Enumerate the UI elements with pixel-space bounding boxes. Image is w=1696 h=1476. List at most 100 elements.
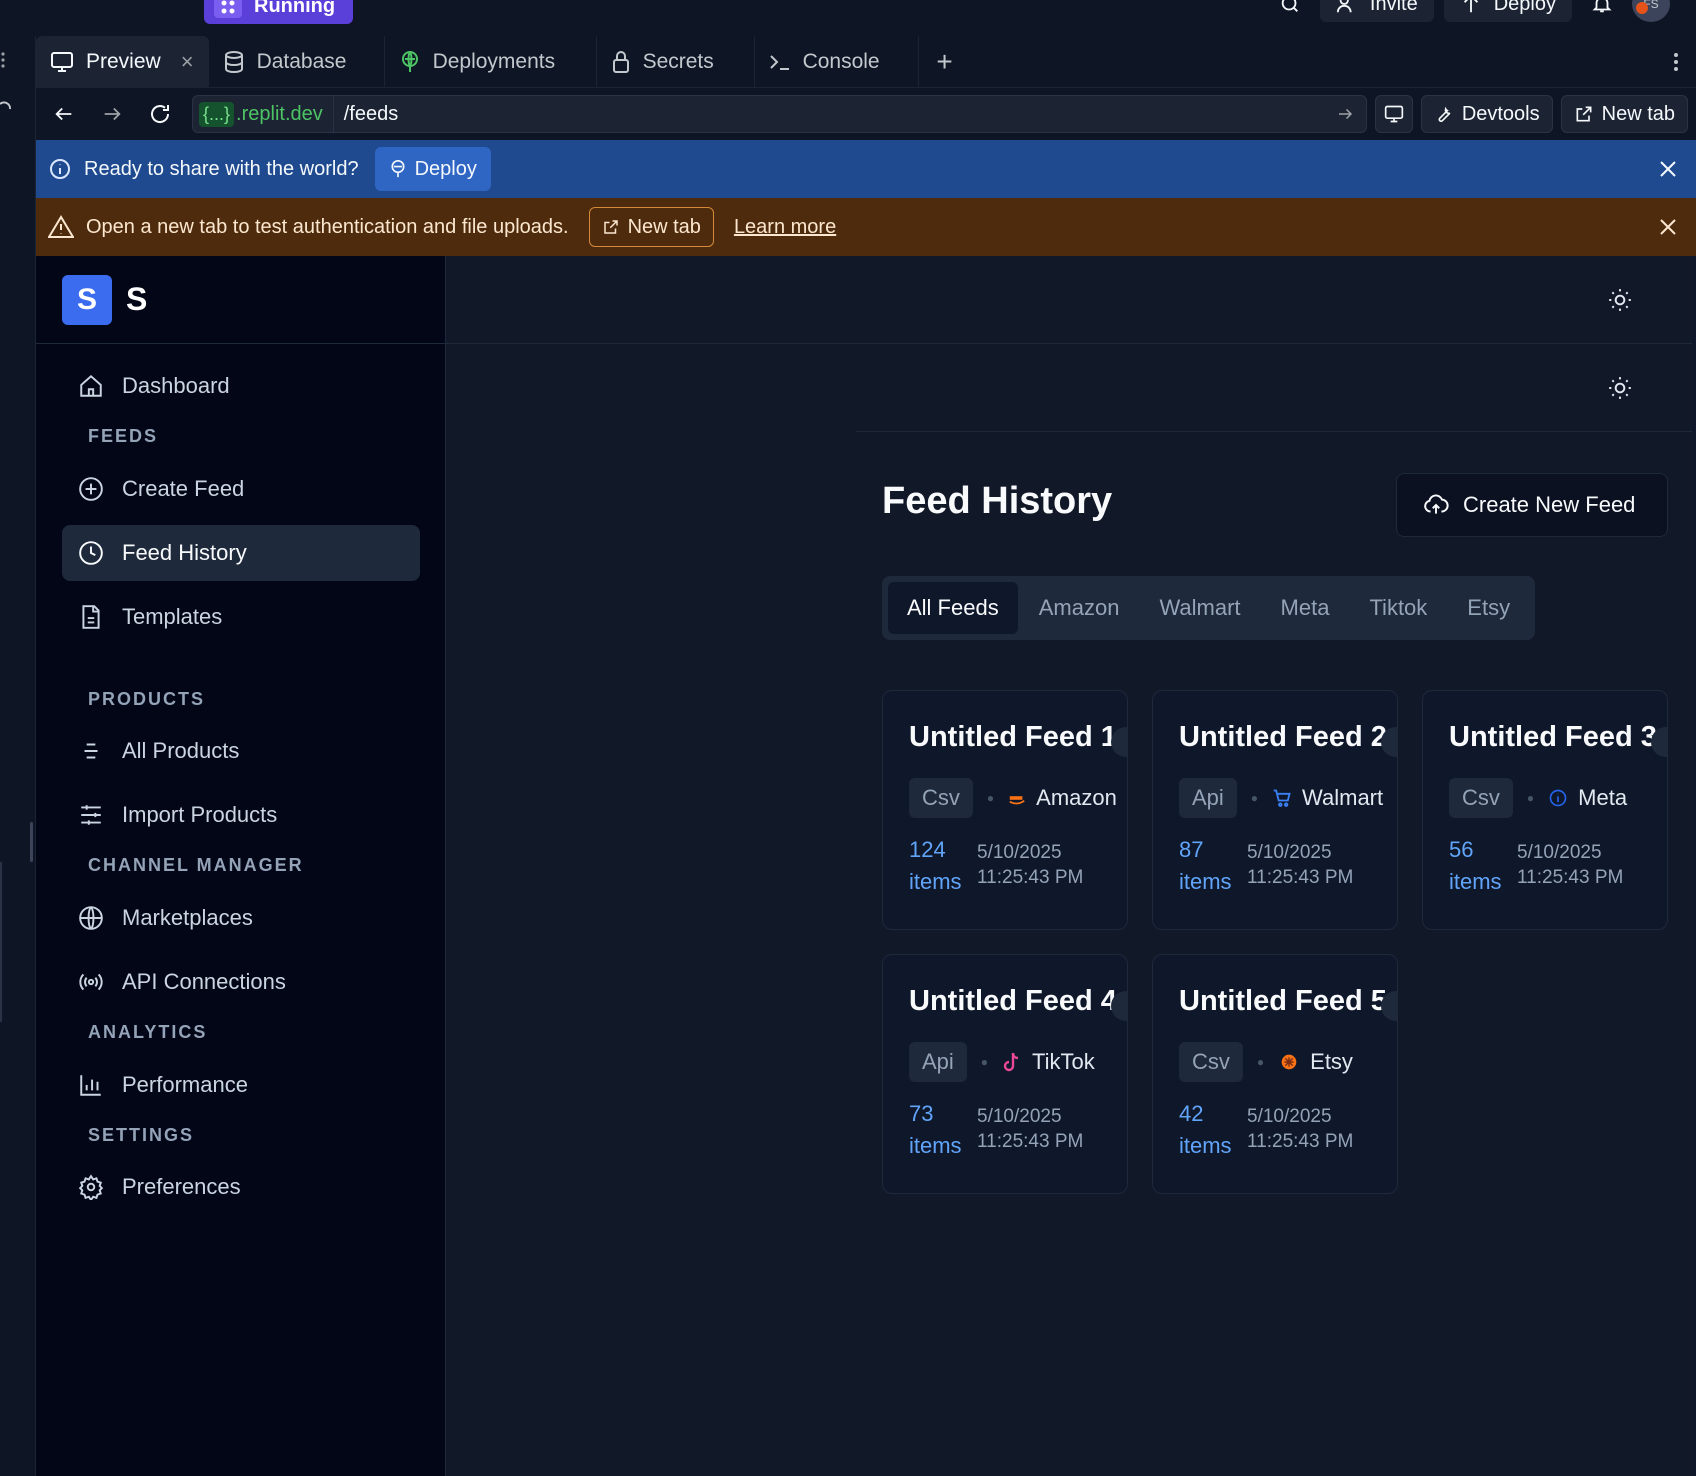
auth-warning-banner: Open a new tab to test authentication an…: [36, 198, 1696, 256]
url-field[interactable]: {...} .replit.dev /feeds: [192, 95, 1367, 133]
warning-newtab-button[interactable]: New tab: [588, 207, 714, 247]
rail-menu-icon[interactable]: [0, 50, 6, 70]
file-icon: [82, 605, 100, 629]
preview-toolbar: {...} .replit.dev /feeds Devtools New ta…: [36, 88, 1696, 140]
sidebar-item-api-connections[interactable]: API Connections: [62, 954, 420, 1010]
page-title: Feed History: [882, 480, 1113, 522]
open-new-tab-button[interactable]: New tab: [1560, 95, 1688, 133]
learn-more-link[interactable]: Learn more: [734, 216, 836, 239]
info-icon: [50, 159, 70, 179]
sliders-icon: [81, 805, 101, 825]
back-button[interactable]: [44, 94, 84, 134]
deploy-top-button[interactable]: Deploy: [1443, 0, 1572, 22]
rail-resize-handle[interactable]: [30, 822, 33, 862]
sidebar-item-label: Import Products: [122, 802, 278, 827]
invite-button[interactable]: Invite: [1319, 0, 1434, 22]
create-new-feed-button[interactable]: Create New Feed: [1396, 473, 1668, 537]
database-icon: [224, 50, 243, 73]
tab-preview[interactable]: Preview ×: [36, 36, 209, 87]
feed-title: Untitled Feed 2: [1179, 721, 1387, 753]
feed-card[interactable]: Untitled Feed 4 Api ● TikTok 73 items 5/1…: [882, 954, 1128, 1194]
sidebar-item-feed-history[interactable]: Feed History: [62, 525, 420, 581]
tab-database[interactable]: Database: [209, 36, 385, 87]
close-icon: [1660, 161, 1676, 177]
sidebar-item-label: Templates: [122, 604, 223, 629]
arrow-right-icon: [104, 107, 121, 121]
marketplace-label: Etsy: [1310, 1049, 1353, 1074]
filter-tiktok[interactable]: Tiktok: [1350, 582, 1446, 634]
monitor-icon: [51, 51, 73, 72]
sidebar-item-import-products[interactable]: Import Products: [62, 787, 420, 843]
feed-card[interactable]: Untitled Feed 5 Csv ● Etsy 42 items 5/10/…: [1152, 954, 1398, 1194]
sidebar-item-marketplaces[interactable]: Marketplaces: [62, 890, 420, 946]
tab-secrets[interactable]: Secrets: [597, 36, 755, 87]
notifications-button[interactable]: [1582, 0, 1622, 22]
sidebar-item-performance[interactable]: Performance: [62, 1057, 420, 1113]
sidebar-item-preferences[interactable]: Preferences: [62, 1159, 420, 1215]
brand[interactable]: S S: [36, 256, 445, 344]
filter-etsy[interactable]: Etsy: [1448, 582, 1529, 634]
theme-toggle-button-inner[interactable]: [1600, 368, 1640, 408]
tab-console[interactable]: Console: [755, 36, 919, 87]
inner-header: [856, 344, 1696, 432]
device-preview-button[interactable]: [1374, 95, 1413, 133]
sidebar-item-all-products[interactable]: All Products: [62, 723, 420, 779]
user-add-icon: [1336, 0, 1352, 13]
cart-icon: [1273, 789, 1291, 807]
add-tab-button[interactable]: +: [919, 36, 971, 87]
close-tab-icon[interactable]: ×: [181, 49, 194, 75]
main-content: Feed History Create New Feed All Feeds A…: [446, 256, 1696, 1476]
marketplace-filter-tabs: All Feeds Amazon Walmart Meta Tiktok Ets…: [882, 576, 1536, 640]
etsy-icon: [1281, 1054, 1297, 1070]
tab-deployments[interactable]: Deployments: [385, 36, 597, 87]
section-feeds: FEEDS: [88, 426, 159, 446]
create-new-feed-label: Create New Feed: [1463, 492, 1636, 517]
filter-meta[interactable]: Meta: [1262, 582, 1349, 634]
feed-title: Untitled Feed 1: [909, 721, 1117, 753]
feed-item-count: 124 items: [909, 837, 962, 894]
deploy-banner-text: Ready to share with the world?: [84, 157, 359, 180]
forward-button[interactable]: [92, 94, 132, 134]
url-path[interactable]: /feeds: [344, 103, 1320, 126]
external-link-icon: [1576, 106, 1592, 122]
sidebar-item-dashboard[interactable]: Dashboard: [62, 358, 420, 414]
url-domain: {...} .replit.dev: [199, 96, 334, 132]
marketplace-label: Meta: [1578, 785, 1628, 810]
kebab-icon: [1674, 52, 1678, 71]
sidebar-item-create-feed[interactable]: Create Feed: [62, 461, 420, 517]
run-status-button[interactable]: Running: [204, 0, 353, 24]
rail-history-icon[interactable]: [0, 100, 14, 118]
feed-type-badge: Csv: [1449, 778, 1513, 818]
reload-button[interactable]: [140, 94, 180, 134]
search-button[interactable]: [1270, 0, 1310, 22]
filter-all-feeds[interactable]: All Feeds: [888, 582, 1018, 634]
filter-amazon[interactable]: Amazon: [1020, 582, 1139, 634]
section-analytics: ANALYTICS: [88, 1022, 208, 1042]
filter-walmart[interactable]: Walmart: [1140, 582, 1259, 634]
devtools-button[interactable]: Devtools: [1420, 95, 1553, 133]
feed-card[interactable]: Untitled Feed 2 Api ● Walmart 87 items 5/…: [1152, 690, 1398, 930]
scrollbar[interactable]: [1692, 256, 1696, 1476]
sidebar-item-templates[interactable]: Templates: [62, 589, 420, 645]
terminal-icon: [769, 54, 789, 70]
tabs-menu-button[interactable]: [1656, 36, 1696, 87]
sidebar-item-label: Feed History: [122, 540, 247, 565]
banner-deploy-button[interactable]: Deploy: [374, 147, 491, 191]
close-deploy-banner-button[interactable]: [1652, 153, 1684, 185]
marketplace-label: TikTok: [1032, 1049, 1095, 1074]
go-button[interactable]: [1330, 105, 1360, 123]
close-warning-banner-button[interactable]: [1652, 211, 1684, 243]
monitor-icon: [1384, 105, 1403, 123]
separator-dot: ●: [980, 1055, 989, 1069]
feed-card[interactable]: Untitled Feed 1 Csv ● Amazon 124 items 5/…: [882, 690, 1128, 930]
avatar[interactable]: FS: [1632, 0, 1670, 22]
brand-logo: S: [62, 274, 112, 325]
feed-marketplace: Etsy: [1278, 1049, 1353, 1075]
sidebar-item-label: Create Feed: [122, 476, 245, 501]
theme-toggle-button[interactable]: [1600, 280, 1640, 320]
amazon-icon: [1009, 796, 1025, 805]
reload-icon: [151, 105, 170, 123]
feed-card[interactable]: Untitled Feed 3 Csv ● Meta 56 items 5/10/…: [1422, 690, 1668, 930]
run-status-label: Running: [254, 0, 336, 17]
feed-type-badge: Api: [909, 1042, 967, 1082]
